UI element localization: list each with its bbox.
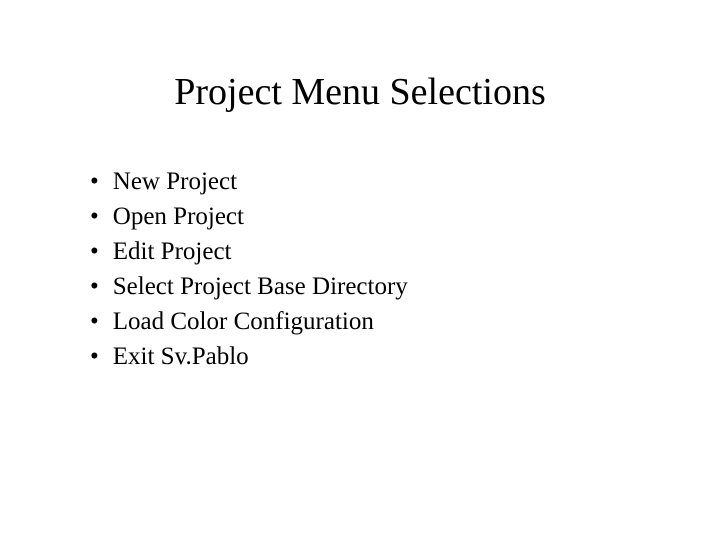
bullet-text: Open Project	[113, 199, 660, 234]
slide-title: Project Menu Selections	[60, 70, 660, 114]
list-item: • Load Color Configuration	[90, 304, 660, 339]
list-item: • Open Project	[90, 199, 660, 234]
list-item: • Exit Sv.Pablo	[90, 339, 660, 374]
list-item: • Select Project Base Directory	[90, 269, 660, 304]
bullet-text: New Project	[113, 164, 660, 199]
list-item: • Edit Project	[90, 234, 660, 269]
bullet-text: Edit Project	[113, 234, 660, 269]
bullet-list: • New Project • Open Project • Edit Proj…	[60, 164, 660, 374]
bullet-icon: •	[90, 339, 99, 374]
bullet-icon: •	[90, 234, 99, 269]
bullet-text: Load Color Configuration	[113, 304, 660, 339]
list-item: • New Project	[90, 164, 660, 199]
bullet-icon: •	[90, 304, 99, 339]
bullet-text: Exit Sv.Pablo	[113, 339, 660, 374]
bullet-text: Select Project Base Directory	[113, 269, 660, 304]
bullet-icon: •	[90, 199, 99, 234]
bullet-icon: •	[90, 164, 99, 199]
bullet-icon: •	[90, 269, 99, 304]
